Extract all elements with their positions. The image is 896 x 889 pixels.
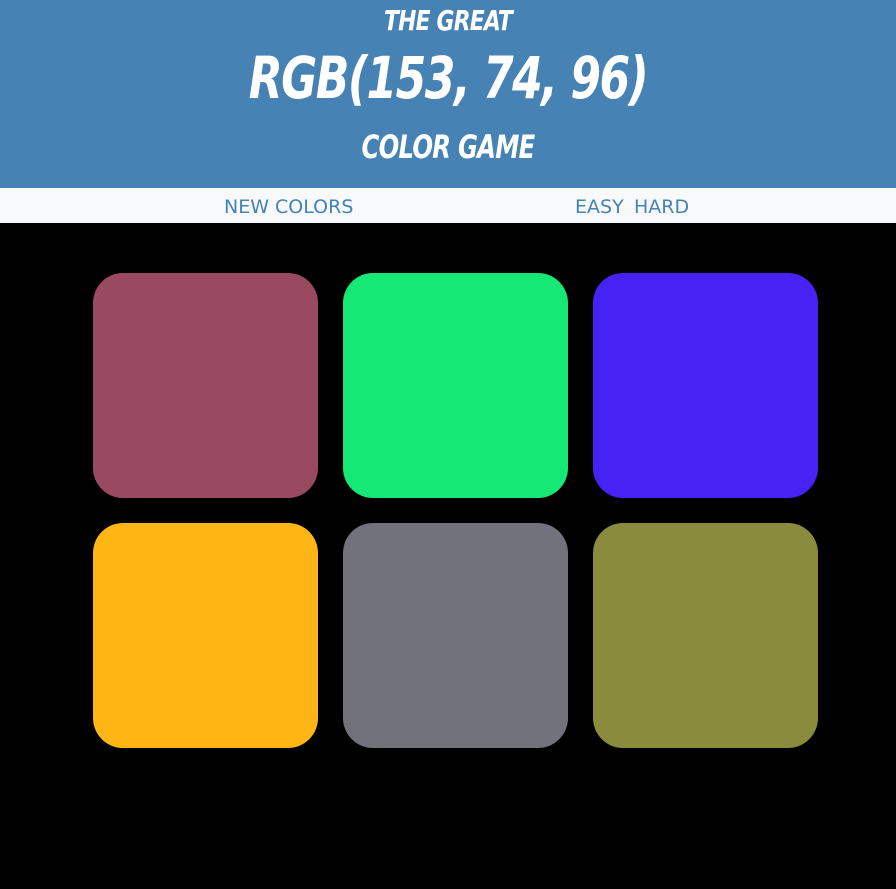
color-board [0, 223, 896, 889]
header: THE GREAT RGB(153, 74, 96) COLOR GAME [0, 0, 896, 188]
title-line-bottom: COLOR GAME [361, 128, 535, 166]
color-square[interactable] [593, 273, 818, 498]
title-line-top: THE GREAT [383, 4, 513, 37]
control-stripe: NEW COLORS EASY HARD [0, 188, 896, 223]
color-square[interactable] [343, 273, 568, 498]
new-colors-button[interactable]: NEW COLORS [224, 188, 353, 223]
color-square[interactable] [343, 523, 568, 748]
hard-mode-button[interactable]: HARD [634, 188, 689, 223]
color-square[interactable] [93, 523, 318, 748]
color-square[interactable] [93, 273, 318, 498]
target-rgb-display: RGB(153, 74, 96) [248, 44, 649, 112]
color-square[interactable] [593, 523, 818, 748]
easy-mode-button[interactable]: EASY [575, 188, 624, 223]
